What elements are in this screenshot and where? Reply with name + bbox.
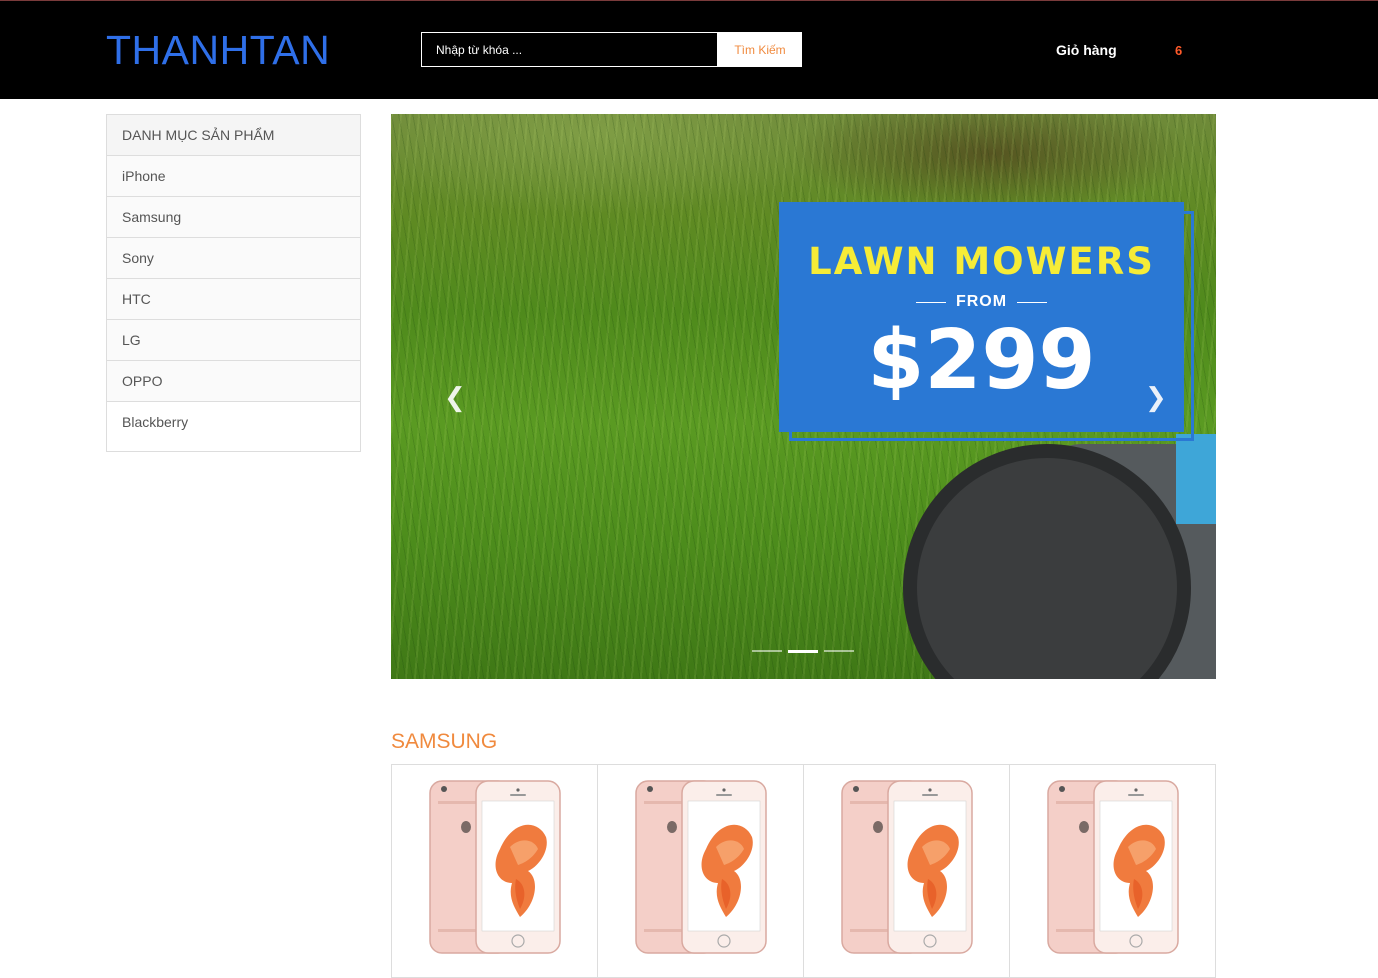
sidebar-title: DANH MỤC SẢN PHẨM: [107, 115, 360, 156]
product-image[interactable]: [840, 779, 974, 957]
sidebar-item-iphone[interactable]: iPhone: [107, 156, 360, 197]
sidebar-item-oppo[interactable]: OPPO: [107, 361, 360, 402]
search-button[interactable]: Tìm Kiếm: [718, 32, 802, 67]
promo-from-row: FROM: [779, 293, 1184, 311]
promo-divider-right: [1017, 301, 1048, 303]
sidebar-item-htc[interactable]: HTC: [107, 279, 360, 320]
search-form: Tìm Kiếm: [421, 32, 802, 67]
site-header: THANHTAN Tìm Kiếm Giỏ hàng 6: [0, 0, 1378, 99]
promo-from-label: FROM: [955, 293, 1008, 310]
product-card[interactable]: [804, 765, 1010, 977]
product-image[interactable]: [1046, 779, 1180, 957]
carousel-indicators: [752, 650, 854, 653]
carousel-indicator[interactable]: [824, 650, 854, 652]
mower-handle-image: [1176, 434, 1216, 524]
carousel-indicator[interactable]: [752, 650, 782, 652]
hero-carousel: LAWN MOWERS FROM $299 ❮ ❯: [391, 114, 1216, 679]
sidebar-item-blackberry[interactable]: Blackberry: [107, 402, 360, 442]
sidebar-item-samsung[interactable]: Samsung: [107, 197, 360, 238]
chevron-left-icon[interactable]: ❮: [444, 382, 466, 413]
cart-count-badge: 6: [1175, 43, 1183, 58]
product-grid: [391, 764, 1216, 978]
product-image[interactable]: [634, 779, 768, 957]
product-card[interactable]: [392, 765, 598, 977]
promo-divider-left: [915, 301, 946, 303]
promo-title: LAWN MOWERS: [808, 240, 1155, 283]
chevron-right-icon[interactable]: ❯: [1145, 382, 1167, 413]
sidebar-item-sony[interactable]: Sony: [107, 238, 360, 279]
product-card[interactable]: [598, 765, 804, 977]
cart-link[interactable]: Giỏ hàng: [1056, 42, 1117, 58]
promo-price: $299: [867, 313, 1096, 408]
sidebar-item-lg[interactable]: LG: [107, 320, 360, 361]
carousel-indicator-active[interactable]: [788, 650, 818, 653]
promo-banner: LAWN MOWERS FROM $299: [779, 202, 1184, 432]
section-title: SAMSUNG: [391, 730, 498, 753]
product-card[interactable]: [1010, 765, 1215, 977]
product-image[interactable]: [428, 779, 562, 957]
site-logo[interactable]: THANHTAN: [106, 27, 330, 73]
category-sidebar: DANH MỤC SẢN PHẨM iPhone Samsung Sony HT…: [106, 114, 361, 452]
search-input[interactable]: [421, 32, 718, 67]
